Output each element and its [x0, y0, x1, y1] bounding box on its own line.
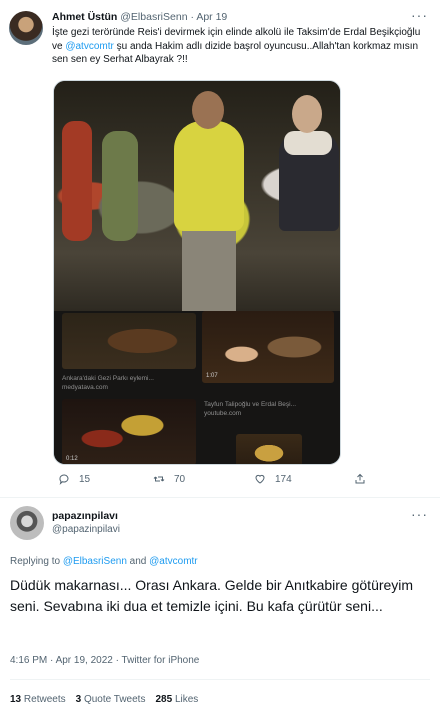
tweet-header: Ahmet Üstün @ElbasriSenn · Apr 19 — [52, 11, 227, 24]
retweet-count: 70 — [174, 473, 186, 485]
author-avatar[interactable] — [9, 11, 43, 45]
divider — [0, 497, 440, 498]
thumbnail-caption: Ankara'daki Gezi Parkı eylemi... — [62, 375, 154, 382]
photo-figure — [102, 131, 138, 241]
retweets-label: Retweets — [23, 694, 66, 705]
video-duration: 0:12 — [66, 456, 78, 462]
tweet-text: İşte gezi teröründe Reis'i devirmek için… — [52, 26, 432, 67]
reply-timestamp[interactable]: 4:16 PM · Apr 19, 2022 · Twitter for iPh… — [10, 655, 199, 666]
photo-figure — [192, 91, 224, 129]
replying-and: and — [126, 556, 150, 567]
reply-count: 15 — [79, 473, 91, 485]
photo-figure — [292, 95, 322, 133]
crowd-photo — [54, 81, 340, 311]
collage-thumbnail — [62, 313, 196, 369]
share-icon — [355, 473, 365, 484]
replying-user-link[interactable]: @ElbasriSenn — [63, 556, 127, 567]
like-button[interactable]: 174 — [254, 473, 292, 485]
quote-tweets-stat[interactable]: 3 Quote Tweets — [76, 694, 146, 705]
more-icon[interactable]: ··· — [411, 506, 428, 522]
replying-to: Replying to @ElbasriSenn and @atvcomtr — [10, 556, 198, 567]
tweet-media-image[interactable]: 1:07 Ankara'daki Gezi Parkı eylemi... me… — [53, 80, 341, 465]
retweet-icon — [153, 476, 165, 482]
author-handle[interactable]: @ElbasriSenn — [120, 11, 187, 23]
more-icon[interactable]: ··· — [411, 7, 428, 23]
search-results-collage: 1:07 Ankara'daki Gezi Parkı eylemi... me… — [54, 311, 340, 464]
collage-thumbnail — [62, 399, 196, 464]
replying-prefix: Replying to — [10, 556, 63, 567]
video-duration: 1:07 — [206, 373, 218, 379]
quote-label: Quote Tweets — [83, 694, 146, 705]
photo-figure — [182, 229, 236, 311]
photo-figure — [62, 121, 92, 241]
reply-stats: 13 Retweets 3 Quote Tweets 285 Likes — [10, 694, 198, 705]
retweet-button[interactable]: 70 — [153, 473, 185, 485]
mention-link[interactable]: @atvcomtr — [65, 41, 114, 52]
reply-author-avatar[interactable] — [10, 506, 44, 540]
likes-count: 285 — [155, 694, 173, 705]
replying-user-link[interactable]: @atvcomtr — [149, 556, 198, 567]
quote-count: 3 — [75, 694, 82, 705]
reply-icon — [59, 474, 69, 485]
likes-stat[interactable]: 285 Likes — [155, 694, 198, 705]
author-name[interactable]: Ahmet Üstün — [52, 11, 117, 23]
divider — [10, 679, 430, 680]
reply-author-name[interactable]: papazınpilavı — [52, 510, 118, 522]
collage-thumbnail — [202, 311, 334, 383]
thumbnail-source: medyatava.com — [62, 384, 108, 391]
reply-button[interactable]: 15 — [58, 473, 90, 485]
thumbnail-source: youtube.com — [204, 410, 242, 417]
thumbnail-caption: Tayfun Talipoğlu ve Erdal Beşi... — [204, 401, 297, 408]
separator-dot: · — [190, 11, 194, 23]
reply-author-handle[interactable]: @papazinpilavi — [52, 524, 120, 535]
photo-figure — [284, 131, 332, 155]
tweet-date[interactable]: Apr 19 — [196, 11, 227, 23]
tweet-actions: 15 70 174 — [58, 473, 378, 489]
like-icon — [255, 474, 265, 484]
collage-thumbnail — [236, 434, 302, 464]
retweets-stat[interactable]: 13 Retweets — [10, 694, 66, 705]
share-button[interactable] — [354, 473, 366, 485]
likes-label: Likes — [174, 694, 199, 705]
retweets-count: 13 — [10, 694, 22, 705]
like-count: 174 — [275, 473, 292, 485]
photo-figure — [174, 121, 244, 231]
reply-text: Düdük makarnası... Orası Ankara. Gelde b… — [10, 577, 414, 614]
original-tweet[interactable]: Ahmet Üstün @ElbasriSenn · Apr 19 ··· İş… — [0, 0, 440, 497]
